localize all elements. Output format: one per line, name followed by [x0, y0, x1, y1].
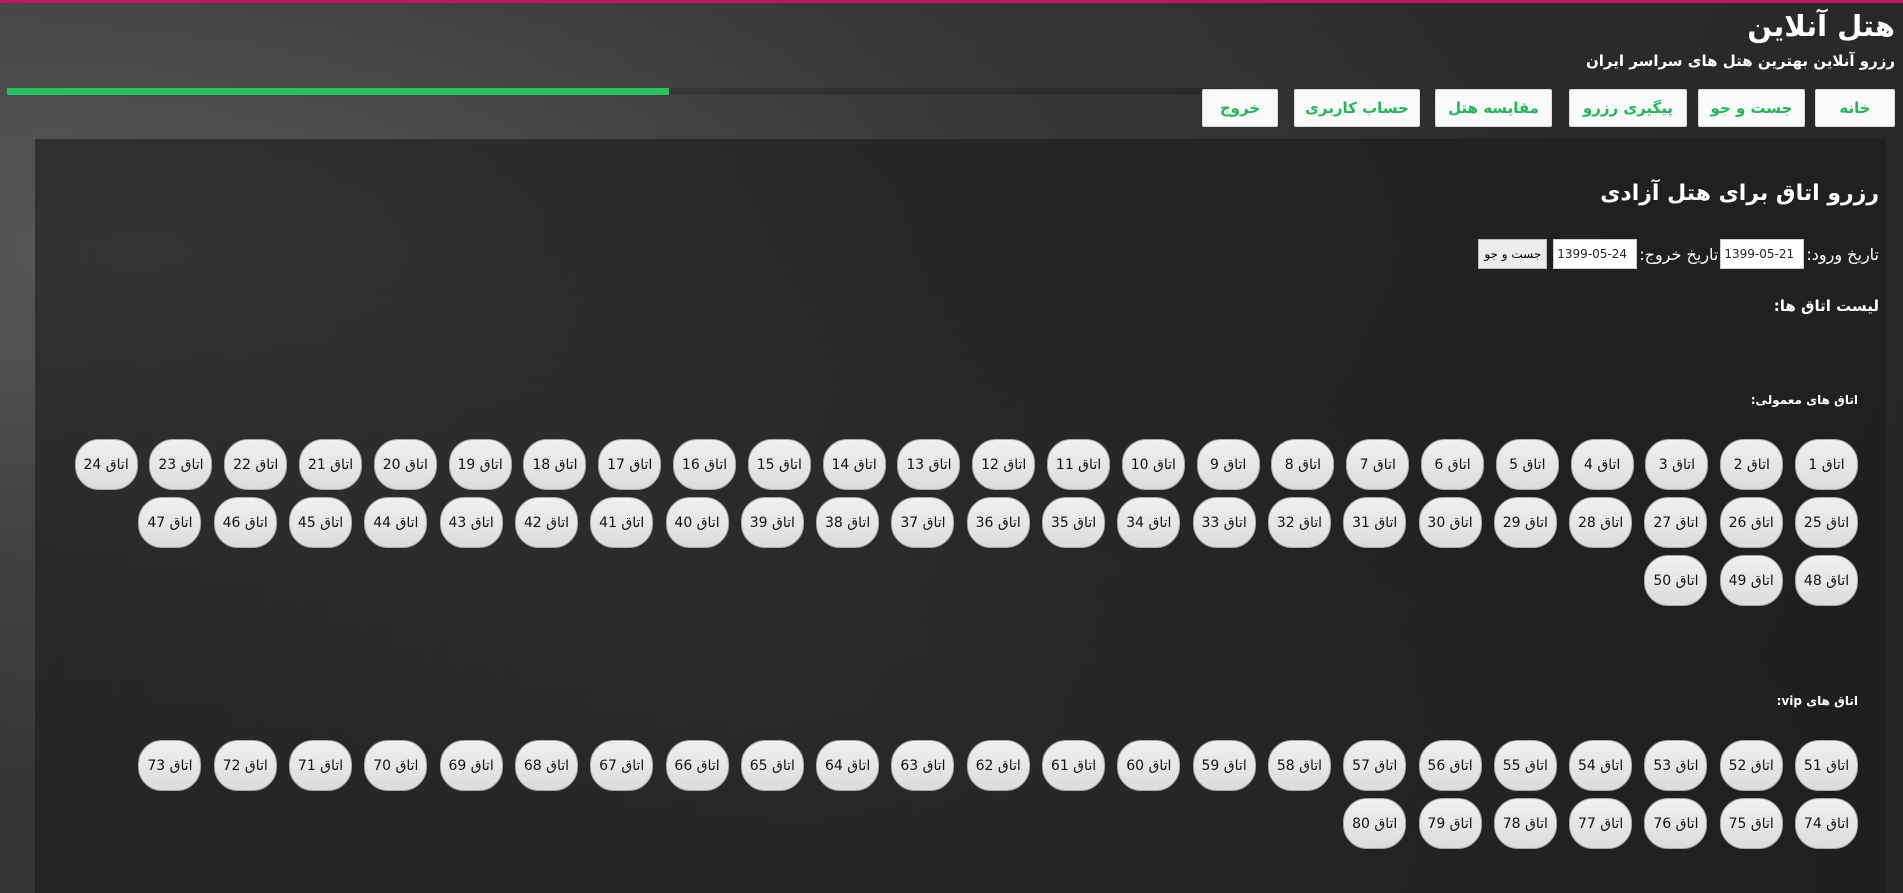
room-button[interactable]: اتاق 19 [448, 439, 512, 490]
vip-room-button[interactable]: اتاق 74 [1795, 798, 1858, 849]
vip-room-button[interactable]: اتاق 78 [1493, 798, 1557, 849]
vip-room-button[interactable]: اتاق 51 [1795, 740, 1858, 791]
room-button[interactable]: اتاق 33 [1192, 497, 1256, 548]
room-button[interactable]: اتاق 23 [149, 439, 213, 490]
vip-room-button[interactable]: اتاق 70 [364, 740, 428, 791]
room-button[interactable]: اتاق 27 [1644, 497, 1708, 548]
checkout-date-input[interactable] [1553, 239, 1638, 269]
room-button[interactable]: اتاق 17 [598, 439, 662, 490]
vip-room-button[interactable]: اتاق 55 [1493, 740, 1557, 791]
room-button[interactable]: اتاق 43 [439, 497, 503, 548]
vip-room-button[interactable]: اتاق 65 [740, 740, 804, 791]
room-button[interactable]: اتاق 42 [514, 497, 578, 548]
room-button[interactable]: اتاق 34 [1117, 497, 1181, 548]
room-button[interactable]: اتاق 26 [1719, 497, 1783, 548]
vip-room-button[interactable]: اتاق 52 [1719, 740, 1783, 791]
vip-room-button[interactable]: اتاق 80 [1343, 798, 1407, 849]
vip-room-button[interactable]: اتاق 67 [590, 740, 654, 791]
search-button[interactable]: جست و جو [1478, 239, 1548, 269]
room-button[interactable]: اتاق 28 [1569, 497, 1633, 548]
vip-room-button[interactable]: اتاق 62 [966, 740, 1030, 791]
room-button[interactable]: اتاق 24 [74, 439, 138, 490]
vip-room-button[interactable]: اتاق 69 [439, 740, 503, 791]
vip-room-button[interactable]: اتاق 75 [1719, 798, 1783, 849]
room-button[interactable]: اتاق 6 [1421, 439, 1484, 490]
rooms-list-heading: لیست اتاق ها: [1773, 297, 1879, 315]
vip-room-button[interactable]: اتاق 76 [1644, 798, 1708, 849]
vip-room-button[interactable]: اتاق 57 [1343, 740, 1407, 791]
room-button[interactable]: اتاق 45 [289, 497, 352, 548]
checkin-date-input[interactable] [1720, 239, 1805, 269]
vip-room-button[interactable]: اتاق 63 [891, 740, 955, 791]
room-button[interactable]: اتاق 46 [213, 497, 277, 548]
room-button[interactable]: اتاق 35 [1042, 497, 1105, 548]
room-button[interactable]: اتاق 41 [590, 497, 654, 548]
room-button[interactable]: اتاق 9 [1196, 439, 1260, 490]
room-button[interactable]: اتاق 1 [1795, 439, 1858, 490]
checkin-label: تاریخ ورود: [1806, 244, 1879, 264]
checkout-label: تاریخ خروج: [1639, 244, 1719, 264]
room-button[interactable]: اتاق 49 [1719, 555, 1783, 606]
room-button[interactable]: اتاق 12 [972, 439, 1036, 490]
vip-room-button[interactable]: اتاق 77 [1569, 798, 1633, 849]
room-button[interactable]: اتاق 31 [1343, 497, 1407, 548]
site-subtitle: رزرو آنلاین بهترین هتل های سراسر ایران [1585, 52, 1895, 70]
nav-compare-hotel-button[interactable]: مقایسه هتل [1435, 89, 1552, 127]
room-button[interactable]: اتاق 37 [891, 497, 955, 548]
nav-home-button[interactable]: خانه [1815, 89, 1895, 127]
vip-room-button[interactable]: اتاق 58 [1267, 740, 1331, 791]
site-title: هتل آنلاین [1747, 9, 1895, 43]
room-button[interactable]: اتاق 8 [1271, 439, 1335, 490]
room-button[interactable]: اتاق 15 [747, 439, 811, 490]
vip-room-button[interactable]: اتاق 61 [1042, 740, 1105, 791]
room-button[interactable]: اتاق 44 [364, 497, 428, 548]
room-button[interactable]: اتاق 50 [1644, 555, 1708, 606]
vip-room-button[interactable]: اتاق 53 [1644, 740, 1708, 791]
nav-logout-button[interactable]: خروج [1202, 89, 1278, 127]
room-button[interactable]: اتاق 11 [1047, 439, 1110, 490]
room-button[interactable]: اتاق 20 [373, 439, 437, 490]
room-button[interactable]: اتاق 21 [299, 439, 362, 490]
room-button[interactable]: اتاق 4 [1570, 439, 1634, 490]
room-button[interactable]: اتاق 29 [1493, 497, 1557, 548]
room-button[interactable]: اتاق 13 [897, 439, 961, 490]
room-button[interactable]: اتاق 48 [1795, 555, 1858, 606]
room-button[interactable]: اتاق 30 [1418, 497, 1482, 548]
room-button[interactable]: اتاق 5 [1495, 439, 1559, 490]
nav-track-reservation-button[interactable]: پیگیری رزرو [1569, 89, 1687, 127]
room-button[interactable]: اتاق 47 [138, 497, 202, 548]
room-button[interactable]: اتاق 40 [665, 497, 729, 548]
vip-room-button[interactable]: اتاق 66 [665, 740, 729, 791]
room-button[interactable]: اتاق 18 [523, 439, 587, 490]
room-button[interactable]: اتاق 2 [1720, 439, 1784, 490]
vip-rooms-label: اتاق های vip: [1776, 694, 1858, 708]
vip-room-button[interactable]: اتاق 54 [1569, 740, 1633, 791]
room-button[interactable]: اتاق 36 [966, 497, 1030, 548]
main-nav: خانه جست و جو پیگیری رزرو مقایسه هتل حسا… [0, 89, 1895, 127]
room-button[interactable]: اتاق 39 [740, 497, 804, 548]
vip-room-button[interactable]: اتاق 79 [1418, 798, 1482, 849]
vip-room-button[interactable]: اتاق 60 [1117, 740, 1181, 791]
room-button[interactable]: اتاق 7 [1346, 439, 1410, 490]
room-button[interactable]: اتاق 22 [224, 439, 288, 490]
vip-room-button[interactable]: اتاق 71 [289, 740, 352, 791]
normal-rooms-label: اتاق های معمولی: [1750, 393, 1858, 407]
vip-room-button[interactable]: اتاق 64 [816, 740, 880, 791]
room-button[interactable]: اتاق 3 [1645, 439, 1709, 490]
nav-search-button[interactable]: جست و جو [1698, 89, 1805, 127]
vip-room-button[interactable]: اتاق 72 [213, 740, 277, 791]
room-button[interactable]: اتاق 38 [816, 497, 880, 548]
date-search-form: تاریخ ورود: تاریخ خروج: جست و جو [1478, 238, 1879, 270]
room-button[interactable]: اتاق 16 [673, 439, 736, 490]
vip-room-button[interactable]: اتاق 68 [514, 740, 578, 791]
vip-room-button[interactable]: اتاق 59 [1192, 740, 1256, 791]
vip-room-button[interactable]: اتاق 73 [138, 740, 202, 791]
page-title: رزرو اتاق برای هتل آزادی [1600, 181, 1879, 206]
room-button[interactable]: اتاق 32 [1267, 497, 1331, 548]
room-button[interactable]: اتاق 25 [1795, 497, 1858, 548]
room-button[interactable]: اتاق 14 [822, 439, 886, 490]
vip-room-button[interactable]: اتاق 56 [1418, 740, 1482, 791]
nav-user-account-button[interactable]: حساب کاربری [1294, 89, 1420, 127]
room-button[interactable]: اتاق 10 [1121, 439, 1185, 490]
